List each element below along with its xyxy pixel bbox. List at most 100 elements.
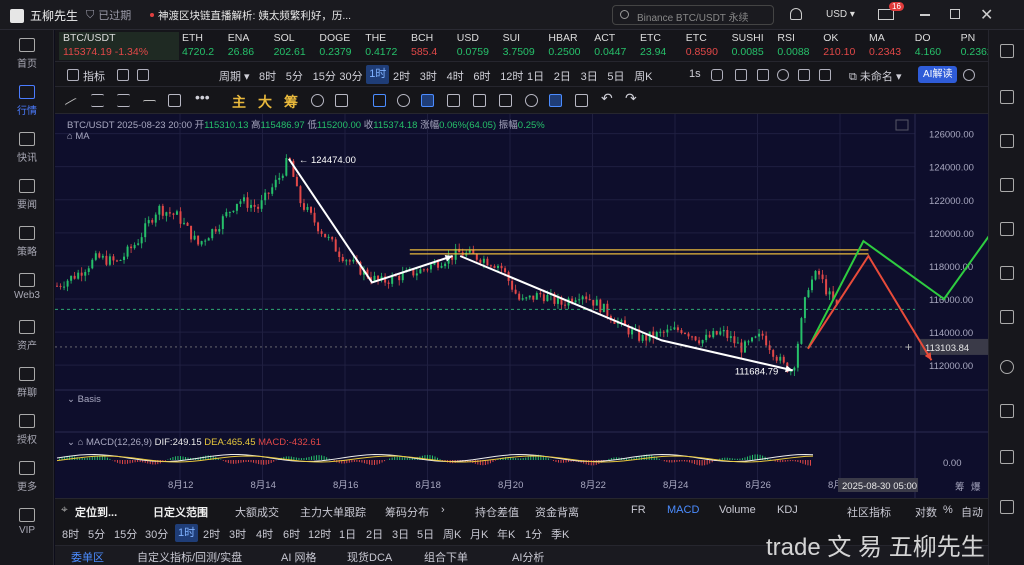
timeframe-0[interactable]: 8时 [259, 68, 276, 84]
panel-tab-3[interactable]: 现货DCA [347, 549, 392, 565]
ticker-item[interactable]: THE 0.4172 [365, 32, 405, 60]
expired-badge[interactable]: ⛉ 已过期 [86, 7, 131, 23]
currency-select[interactable]: USD ▾ [826, 9, 855, 20]
ticker-item[interactable]: USD 0.0759 [457, 32, 497, 60]
timeframe-5[interactable]: 2时 [393, 68, 410, 84]
macd-info[interactable]: ⌄ ⌂ MACD(12,26,9) DIF:249.15 DEA:465.45 … [67, 437, 321, 448]
ticker-item[interactable]: ETC 23.94 [640, 32, 680, 60]
nav-item-7[interactable]: 群聊 [0, 367, 54, 399]
share-icon[interactable] [963, 69, 975, 81]
panel-tab-4[interactable]: 组合下单 [424, 549, 468, 565]
search-input[interactable]: Binance BTC/USDT 永续 [612, 5, 774, 25]
trend-line-icon[interactable] [64, 97, 83, 116]
tf-tab-9[interactable]: 12时 [308, 526, 331, 542]
indicator-tab-2[interactable]: 筹码分布 [385, 504, 429, 520]
nav-item-0[interactable]: 首页 [0, 38, 54, 70]
horizontal-line-icon[interactable] [143, 100, 156, 113]
indicator-tab-6[interactable]: MACD [667, 504, 699, 516]
tf-tab-10[interactable]: 1日 [339, 526, 356, 542]
chevron-right-icon[interactable]: › [441, 504, 445, 516]
redo-icon[interactable]: ↷ [625, 90, 637, 107]
period-button[interactable]: 周期 ▾ [219, 68, 250, 84]
tf-tab-11[interactable]: 2日 [366, 526, 383, 542]
cursor-icon[interactable] [373, 94, 386, 107]
tf-tab-16[interactable]: 年K [497, 526, 515, 542]
undo-icon[interactable]: ↶ [601, 90, 613, 107]
indicator-tab-3[interactable]: 持仓差值 [475, 504, 519, 520]
trash-icon[interactable] [575, 94, 588, 107]
grid-icon[interactable] [1000, 222, 1014, 236]
locate-button[interactable]: 定位到... [75, 504, 117, 520]
ticker-item[interactable]: OK 210.10 [823, 32, 863, 60]
ticker-item[interactable]: ETC 0.8590 [686, 32, 726, 60]
tf-tab-8[interactable]: 6时 [283, 526, 300, 542]
ticker-item[interactable]: ACT 0.0447 [594, 32, 634, 60]
gear-icon[interactable] [777, 69, 789, 81]
nav-item-5[interactable]: Web3 [0, 273, 54, 301]
tools-icon[interactable] [1000, 404, 1014, 418]
ticker-item[interactable]: HBAR 0.2500 [548, 32, 588, 60]
copy-icon[interactable] [473, 94, 486, 107]
timeframe-3[interactable]: 30分 [339, 68, 362, 84]
tf-tab-0[interactable]: 8时 [62, 526, 79, 542]
panel-tab-5[interactable]: AI分析 [512, 549, 544, 565]
rectangle-icon[interactable] [168, 94, 181, 107]
price-chart[interactable]: 126000.00 124000.00 122000.00 120000.00 1180… [55, 114, 988, 498]
tf-tab-6[interactable]: 3时 [229, 526, 246, 542]
indicator-tab-8[interactable]: KDJ [777, 504, 798, 516]
timeframe-14[interactable]: 周K [634, 68, 652, 84]
panel-tab-0[interactable]: 委单区 [71, 549, 104, 565]
ticker-item[interactable]: RSI 0.0088 [777, 32, 817, 60]
timeframe-7[interactable]: 4时 [447, 68, 464, 84]
tf-tab-4[interactable]: 1时 [175, 524, 199, 542]
tf-tab-12[interactable]: 3日 [392, 526, 409, 542]
ticker-item[interactable]: SUSHI 0.0085 [732, 32, 772, 60]
timeframe-13[interactable]: 5日 [607, 68, 624, 84]
indicator-tab-1[interactable]: 主力大单跟踪 [300, 504, 366, 520]
nav-item-4[interactable]: 策略 [0, 226, 54, 258]
indicator-tab-5[interactable]: FR [631, 504, 646, 516]
gauge-icon[interactable] [1000, 450, 1014, 464]
ticker-item[interactable]: ENA 26.86 [228, 32, 268, 60]
locate-icon[interactable]: ⌖ [61, 502, 68, 517]
trend-tool-icon[interactable] [421, 94, 434, 107]
tf-tab-13[interactable]: 5日 [417, 526, 434, 542]
nav-item-2[interactable]: 快讯 [0, 132, 54, 164]
close-icon[interactable]: ✕ [980, 5, 993, 25]
indicator-tab-4[interactable]: 资金背离 [535, 504, 579, 520]
tf-tab-14[interactable]: 周K [443, 526, 461, 542]
seconds-button[interactable]: 1s [689, 68, 701, 80]
magnet-icon[interactable] [311, 94, 324, 107]
layers-icon[interactable] [1000, 266, 1014, 280]
indicator-tab-12[interactable]: 自动 [961, 504, 983, 520]
large-tool-button[interactable]: 大 [258, 92, 272, 112]
minimize-icon[interactable] [920, 14, 930, 16]
layout-name-select[interactable]: ⧉ 未命名 ▾ [849, 68, 902, 84]
chips-tool-button[interactable]: 筹 [284, 92, 298, 112]
panel-tab-1[interactable]: 自定义指标/回测/实盘 [137, 549, 242, 565]
filter-icon[interactable] [549, 94, 562, 107]
clock-icon[interactable] [1000, 360, 1014, 374]
more-tools-icon[interactable]: ••• [195, 89, 210, 105]
panel-tab-2[interactable]: AI 网格 [281, 549, 316, 565]
nav-item-3[interactable]: 要闻 [0, 179, 54, 211]
scale-icon[interactable] [798, 69, 810, 81]
nav-item-10[interactable]: VIP [0, 508, 54, 536]
indicators-button[interactable]: 指标 [83, 68, 105, 84]
indicator-tab-9[interactable]: 社区指标 [847, 504, 891, 520]
range-button[interactable]: 日定义范围 [153, 504, 208, 520]
ticker-item[interactable]: SUI 3.7509 [503, 32, 543, 60]
tf-tab-7[interactable]: 4时 [256, 526, 273, 542]
clipboard-icon[interactable] [1000, 134, 1014, 148]
ticker-item[interactable]: MA 0.2343 [869, 32, 909, 60]
ticker-item[interactable]: ETH 4720.2 [182, 32, 222, 60]
timeframe-4[interactable]: 1时 [366, 65, 390, 84]
tf-tab-2[interactable]: 15分 [114, 526, 137, 542]
timeframe-10[interactable]: 1日 [527, 68, 544, 84]
parallel-lines-icon[interactable] [91, 94, 104, 107]
tf-tab-15[interactable]: 月K [470, 526, 488, 542]
indicator-tab-10[interactable]: 对数 [915, 504, 937, 520]
calendar-icon[interactable] [117, 69, 129, 81]
nav-item-8[interactable]: 授权 [0, 414, 54, 446]
tf-tab-3[interactable]: 30分 [145, 526, 168, 542]
